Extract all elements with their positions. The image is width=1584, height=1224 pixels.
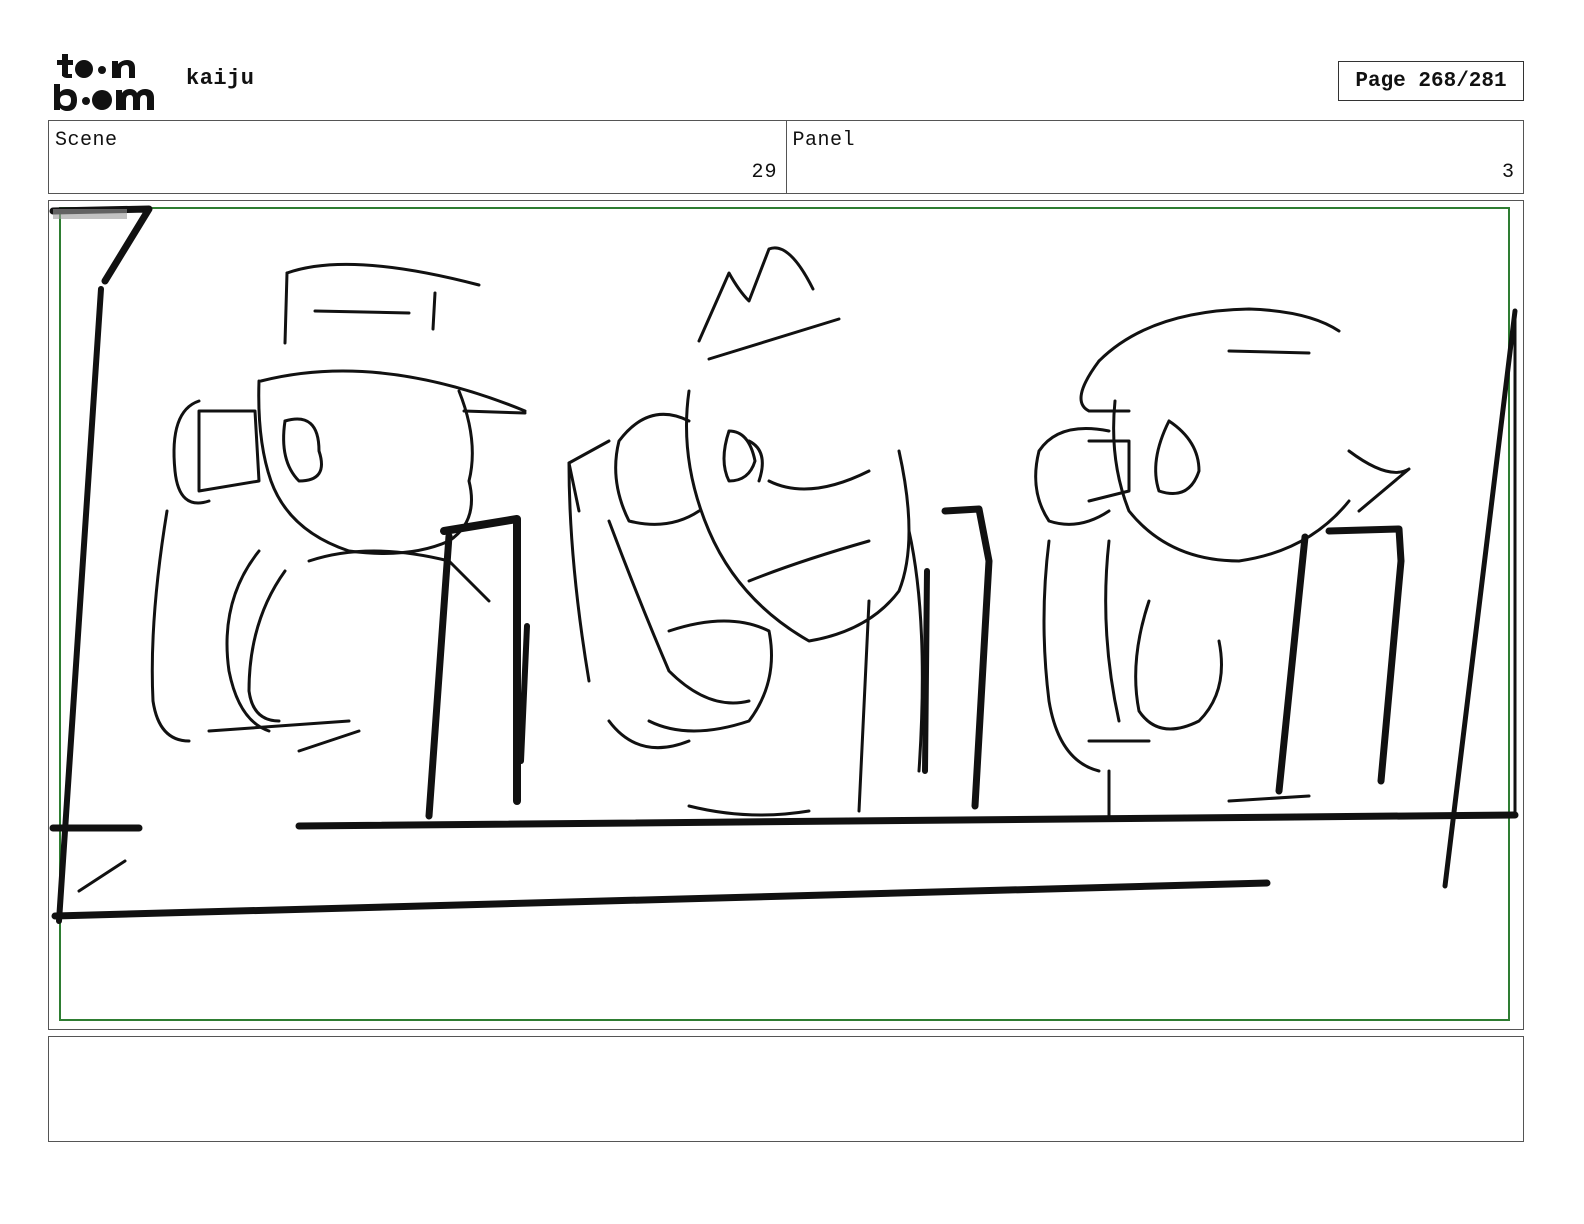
storyboard-panel [48, 200, 1524, 1030]
project-title: kaiju [186, 66, 255, 91]
panel-sketch [49, 205, 1519, 1021]
scene-panel-info: Scene 29 Panel 3 [48, 120, 1524, 194]
scene-number: 29 [751, 161, 778, 184]
notes-box [48, 1036, 1524, 1142]
toon-boom-logo [54, 54, 154, 111]
scene-label: Scene [55, 129, 118, 152]
panel-number: 3 [1501, 161, 1515, 184]
page-indicator: Page 268/281 [1338, 61, 1524, 101]
panel-cell: Panel 3 [785, 121, 1524, 193]
panel-label: Panel [792, 129, 856, 152]
scene-cell: Scene 29 [49, 121, 786, 193]
